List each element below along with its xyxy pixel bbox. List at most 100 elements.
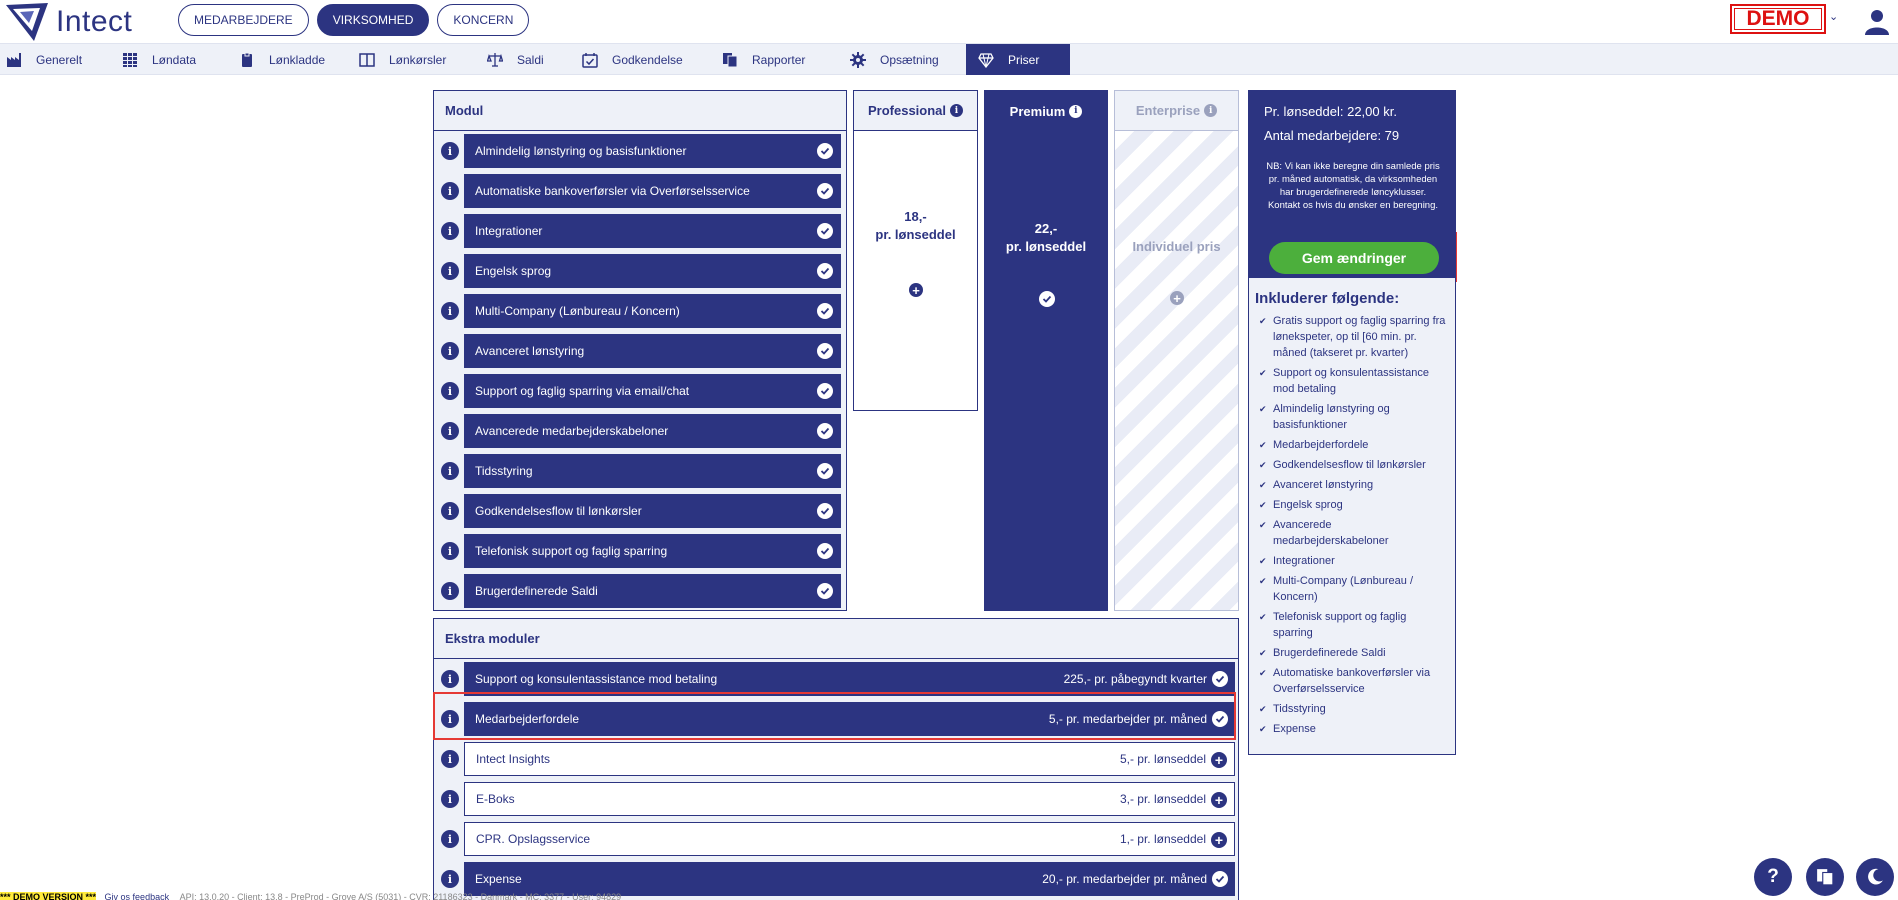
info-icon[interactable]: i [441,382,459,400]
info-icon[interactable]: i [441,262,459,280]
add-plan-icon[interactable]: + [1170,291,1184,305]
ekstra-bar[interactable]: E-Boks 3,- pr. lønseddel + [464,782,1235,816]
ekstra-row[interactable]: i E-Boks 3,- pr. lønseddel + [434,780,1238,818]
modul-row[interactable]: i Avanceret lønstyring [434,332,846,370]
modul-row[interactable]: i Telefonisk support og faglig sparring [434,532,846,570]
info-icon[interactable]: i [441,182,459,200]
plan-professional[interactable]: Professional i 18,- pr. lønseddel + [853,90,978,411]
nav-medarbejdere[interactable]: MEDARBEJDERE [178,4,309,36]
copy-icon [1817,869,1834,886]
info-icon[interactable]: i [1069,104,1083,118]
tab-priser[interactable]: Priser [966,44,1070,75]
modul-bar[interactable]: Integrationer [464,214,841,248]
info-icon[interactable]: i [950,104,964,117]
modul-bar[interactable]: Almindelig lønstyring og basisfunktioner [464,134,841,168]
modul-row[interactable]: i Engelsk sprog [434,252,846,290]
info-icon[interactable]: i [441,302,459,320]
plan-name: Professional [867,103,947,118]
intect-logo-icon [6,3,48,41]
copy-button[interactable] [1806,858,1844,896]
modul-bar[interactable]: Tidsstyring [464,454,841,488]
nav-virksomhed[interactable]: VIRKSOMHED [316,4,430,36]
modul-bar[interactable]: Telefonisk support og faglig sparring [464,534,841,568]
info-icon[interactable]: i [441,502,459,520]
add-icon[interactable]: + [1211,792,1227,808]
info-icon[interactable]: i [441,422,459,440]
modul-bar[interactable]: Multi-Company (Lønbureau / Koncern) [464,294,841,328]
info-icon[interactable]: i [441,542,459,560]
ekstra-price: 5,- pr. lønseddel [1119,752,1206,766]
info-icon[interactable]: i [441,670,459,688]
diamond-icon [978,52,994,68]
modul-row[interactable]: i Almindelig lønstyring og basisfunktione… [434,132,846,170]
modul-bar[interactable]: Engelsk sprog [464,254,841,288]
tab-opsaetning[interactable]: Opsætning [850,44,966,75]
modul-row[interactable]: i Integrationer [434,212,846,250]
chevron-down-icon[interactable]: ⌄ [1829,10,1838,23]
modul-row[interactable]: i Support og faglig sparring via email/ch… [434,372,846,410]
ekstra-bar[interactable]: Expense 20,- pr. medarbejder pr. måned [464,862,1235,896]
info-icon[interactable]: i [441,462,459,480]
tab-saldi[interactable]: Saldi [487,44,582,75]
modul-bar[interactable]: Avancerede medarbejderskabeloner [464,414,841,448]
plan-price-unit: pr. lønseddel [1005,239,1087,254]
feedback-link[interactable]: Giv os feedback [105,892,170,900]
tab-londata[interactable]: Løndata [122,44,239,75]
ekstra-bar[interactable]: Intect Insights 5,- pr. lønseddel + [464,742,1235,776]
tab-godkendelse[interactable]: Godkendelse [582,44,722,75]
tab-generelt[interactable]: Generelt [0,44,122,75]
info-icon[interactable]: i [441,342,459,360]
modul-row[interactable]: i Tidsstyring [434,452,846,490]
plan-price-text: Individuel pris [1132,239,1221,254]
modul-bar[interactable]: Automatiske bankoverførsler via Overførs… [464,174,841,208]
plan-premium[interactable]: Premium i 22,- pr. lønseddel [984,90,1108,611]
intect-logo[interactable]: Intect [4,0,132,44]
info-icon[interactable]: i [441,582,459,600]
modul-bar[interactable]: Godkendelsesflow til lønkørsler [464,494,841,528]
modul-row[interactable]: i Automatiske bankoverførsler via Overfør… [434,172,846,210]
help-button[interactable]: ? [1754,858,1792,896]
info-icon[interactable]: i [441,750,459,768]
ekstra-bar[interactable]: CPR. Opslagsservice 1,- pr. lønseddel + [464,822,1235,856]
info-icon[interactable]: i [441,142,459,160]
modul-label: Multi-Company (Lønbureau / Koncern) [475,304,680,318]
add-plan-icon[interactable]: + [909,283,923,297]
tab-rapporter[interactable]: Rapporter [722,44,850,75]
info-icon[interactable]: i [1204,104,1218,117]
tab-label: Generelt [36,52,83,67]
plan-name: Premium [1009,103,1066,119]
ekstra-bar[interactable]: Support og konsulentassistance mod betal… [464,662,1235,696]
info-icon[interactable]: i [441,830,459,848]
includes-item: Gratis support og faglig sparring fra lø… [1259,313,1449,361]
tab-lonkorsler[interactable]: Lønkørsler [359,44,487,75]
modul-row[interactable]: i Godkendelsesflow til lønkørsler [434,492,846,530]
info-icon[interactable]: i [441,870,459,888]
info-icon[interactable]: i [441,222,459,240]
footer: *** DEMO VERSION *** Giv os feedback API… [0,892,1898,900]
scale-icon [487,52,503,67]
modul-label: Avanceret lønstyring [475,344,585,358]
plan-enterprise[interactable]: Enterprise i Individuel pris + [1114,90,1239,611]
modul-bar[interactable]: Avanceret lønstyring [464,334,841,368]
ekstra-row[interactable]: i Intect Insights 5,- pr. lønseddel + [434,740,1238,778]
save-changes-button[interactable]: Gem ændringer [1269,242,1439,274]
ekstra-row[interactable]: i CPR. Opslagsservice 1,- pr. lønseddel + [434,820,1238,858]
includes-item: Expense [1259,721,1449,737]
tab-label: Saldi [517,52,544,67]
tab-lonkladde[interactable]: Lønkladde [239,44,359,75]
modul-bar[interactable]: Brugerdefinerede Saldi [464,574,841,608]
modul-row[interactable]: i Multi-Company (Lønbureau / Koncern) [434,292,846,330]
add-icon[interactable]: + [1211,752,1227,768]
modul-row[interactable]: i Avancerede medarbejderskabeloner [434,412,846,450]
modul-row[interactable]: i Brugerdefinerede Saldi [434,572,846,610]
nav-koncern[interactable]: KONCERN [437,4,530,36]
check-icon [817,263,833,279]
sub-nav: Generelt Løndata Lønkladde Lønkørsler Sa… [0,44,1898,75]
highlight-medarbejderfordele [433,692,1236,740]
user-avatar-icon[interactable] [1862,6,1892,36]
modul-bar[interactable]: Support og faglig sparring via email/cha… [464,374,841,408]
demo-badge[interactable]: DEMO [1730,4,1826,34]
dark-mode-button[interactable] [1856,858,1894,896]
add-icon[interactable]: + [1211,832,1227,848]
info-icon[interactable]: i [441,790,459,808]
